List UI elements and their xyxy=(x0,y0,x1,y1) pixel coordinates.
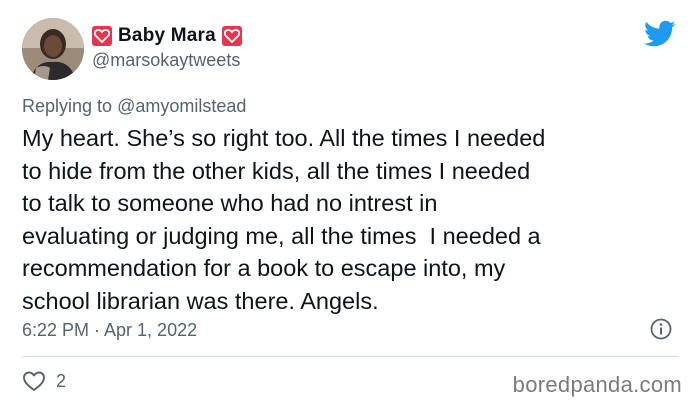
heart-badge-icon xyxy=(221,26,242,46)
replying-mention-link[interactable]: @amyomilstead xyxy=(117,96,246,116)
tweet-text: My heart. She’s so right too. All the ti… xyxy=(22,125,546,314)
display-name[interactable]: Baby Mara xyxy=(118,25,216,47)
like-count: 2 xyxy=(56,370,67,391)
name-row: Baby Mara xyxy=(92,24,242,48)
replying-to: Replying to @amyomilstead xyxy=(22,96,246,117)
replying-prefix: Replying to xyxy=(22,96,118,116)
twitter-bird-icon[interactable] xyxy=(644,20,676,48)
tweet-timestamp[interactable]: 6:22 PM · Apr 1, 2022 xyxy=(22,320,197,341)
user-handle[interactable]: @marsokaytweets xyxy=(92,50,240,71)
avatar[interactable] xyxy=(22,18,84,80)
watermark: boredpanda.com xyxy=(512,372,682,397)
divider xyxy=(22,356,678,357)
like-button[interactable]: 2 xyxy=(22,370,66,392)
heart-badge-icon xyxy=(92,26,112,46)
tweet-card: Baby Mara @marsokaytweets Replying to @a… xyxy=(0,0,700,410)
info-icon[interactable] xyxy=(650,318,672,340)
heart-outline-icon[interactable] xyxy=(22,370,46,392)
